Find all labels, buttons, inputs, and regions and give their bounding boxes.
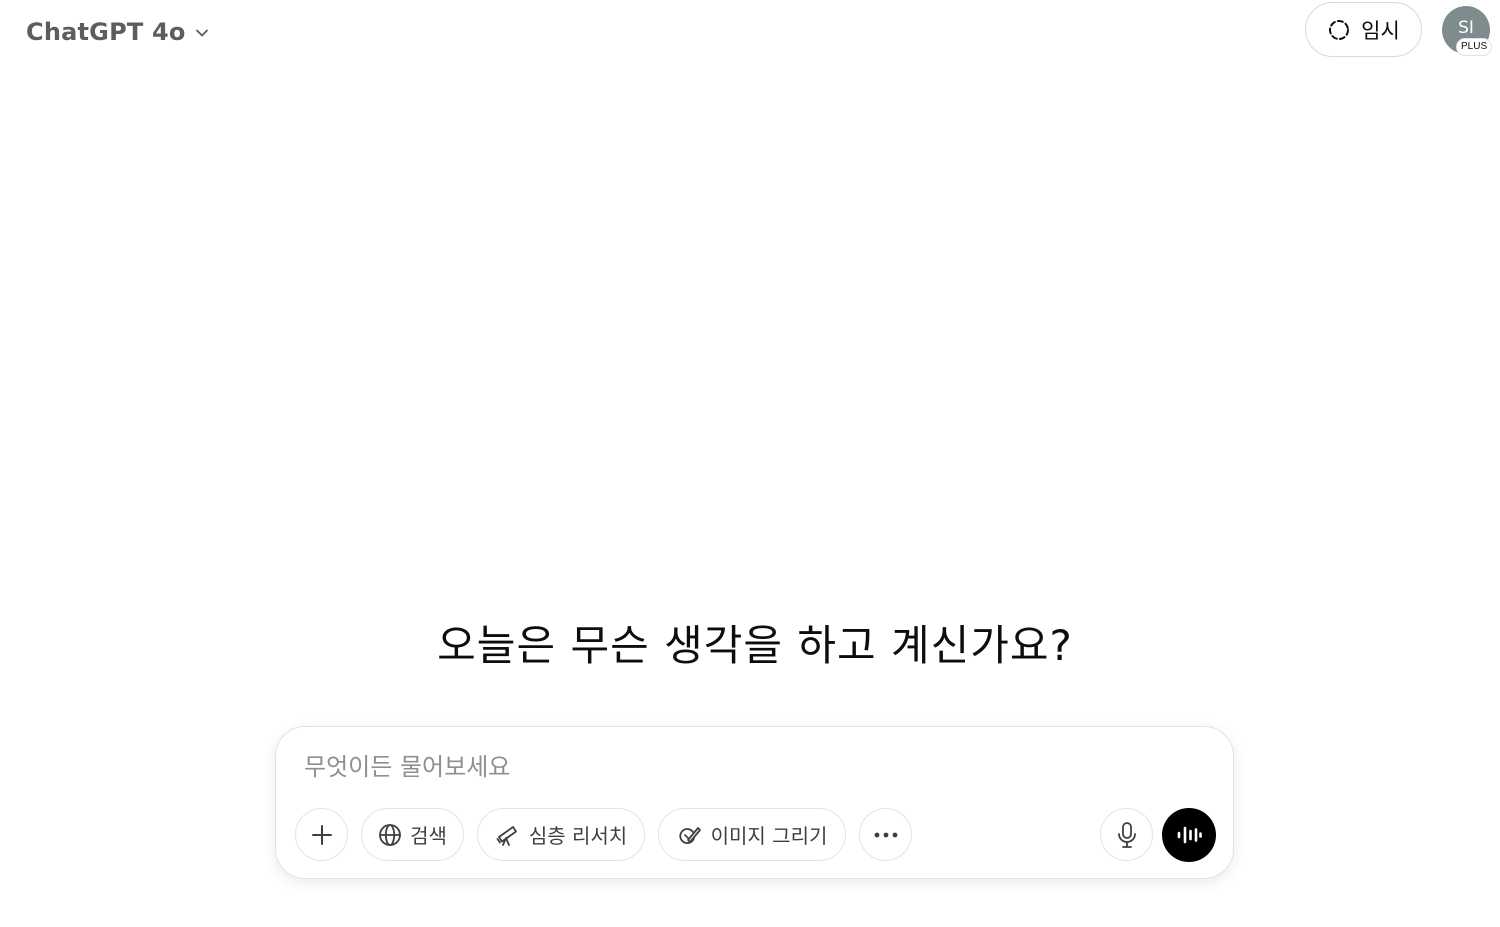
deep-research-label: 심층 리서치 <box>528 824 628 848</box>
model-name: ChatGPT 4o <box>26 18 186 46</box>
create-image-button[interactable]: 이미지 그리기 <box>658 808 846 861</box>
plan-badge: PLUS <box>1456 38 1493 56</box>
paint-brush-icon <box>677 822 703 848</box>
voice-mode-button[interactable] <box>1162 808 1216 862</box>
page-title: 오늘은 무슨 생각을 하고 계신가요? <box>437 621 1073 670</box>
chevron-down-icon <box>192 23 212 43</box>
create-image-label: 이미지 그리기 <box>710 824 828 848</box>
search-button[interactable]: 검색 <box>361 808 464 861</box>
telescope-icon <box>495 822 521 848</box>
prompt-input[interactable] <box>304 749 1184 785</box>
voice-waveform-icon <box>1176 824 1202 846</box>
temporary-chat-label: 임시 <box>1361 18 1400 43</box>
more-tools-button[interactable] <box>859 808 912 861</box>
add-attachment-button[interactable] <box>295 808 348 861</box>
temporary-chat-icon <box>1327 18 1351 42</box>
model-switcher[interactable]: ChatGPT 4o <box>16 10 222 54</box>
temporary-chat-button[interactable]: 임시 <box>1305 2 1422 57</box>
avatar-initials: SI <box>1458 18 1474 38</box>
plus-icon <box>309 822 335 848</box>
microphone-icon <box>1115 821 1139 849</box>
globe-icon <box>378 823 402 847</box>
dictate-button[interactable] <box>1100 808 1153 861</box>
ellipsis-icon <box>873 831 899 839</box>
deep-research-button[interactable]: 심층 리서치 <box>477 808 645 861</box>
composer: 검색 심층 리서치 이미지 그리기 <box>275 726 1234 879</box>
search-label: 검색 <box>410 824 447 848</box>
chatgpt-page: ChatGPT 4o 임시 SI PLUS 오늘은 무슨 생각을 하고 계신가요… <box>0 0 1500 927</box>
